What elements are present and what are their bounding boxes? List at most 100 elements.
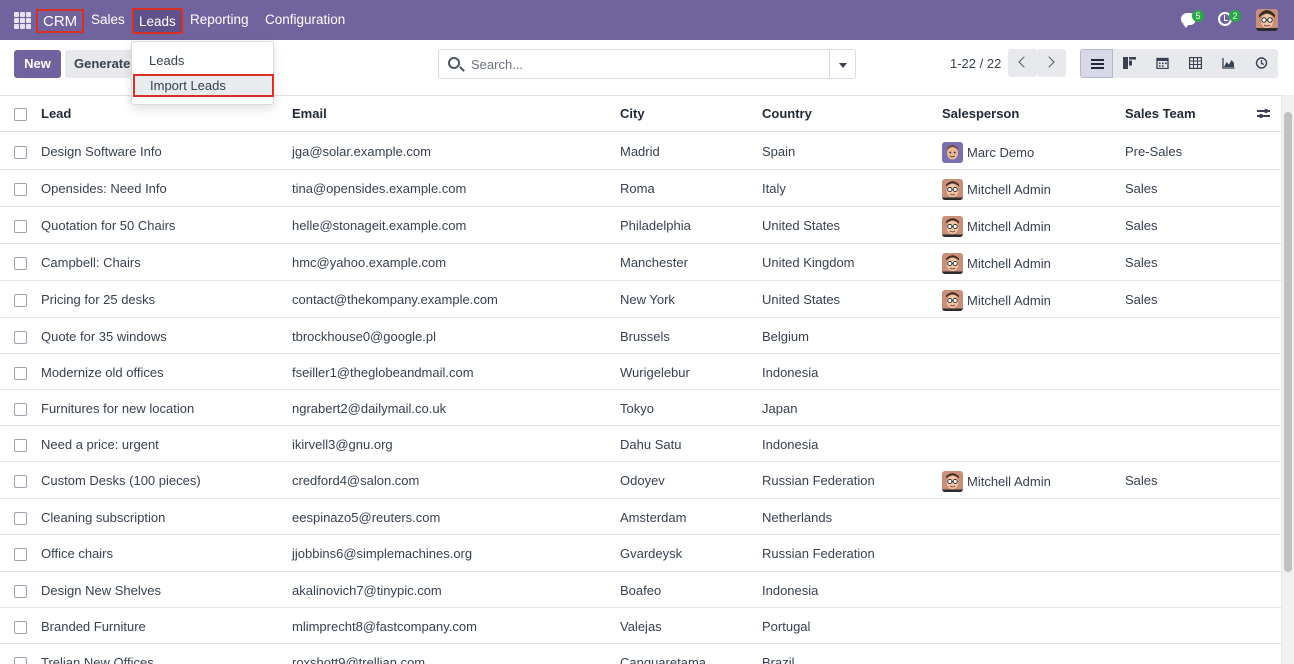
scrollbar-thumb[interactable] [1284, 112, 1292, 572]
row-checkbox[interactable] [14, 439, 27, 452]
lead-name-cell: Need a price: urgent [41, 437, 159, 452]
city-cell: Dahu Satu [620, 437, 682, 452]
apps-grid-icon[interactable] [14, 12, 31, 29]
row-checkbox[interactable] [14, 621, 27, 634]
sales-team-cell: Sales [1125, 218, 1158, 233]
country-cell: United States [762, 218, 841, 233]
country-cell: Indonesia [762, 583, 819, 598]
email-cell: jga@solar.example.com [292, 144, 431, 159]
menu-reporting[interactable]: Reporting [190, 0, 249, 40]
menu-leads[interactable]: Leads [132, 8, 183, 34]
salesperson-name: Mitchell Admin [967, 293, 1051, 308]
lead-name-cell: Custom Desks (100 pieces) [41, 473, 201, 488]
column-header-sales-team[interactable]: Sales Team [1125, 106, 1196, 121]
country-cell: Italy [762, 181, 786, 196]
row-checkbox[interactable] [14, 403, 27, 416]
row-checkbox[interactable] [14, 657, 27, 664]
vertical-scrollbar[interactable] [1281, 95, 1294, 664]
activity-view-icon [1255, 57, 1268, 69]
row-checkbox[interactable] [14, 331, 27, 344]
table-row[interactable]: Need a price: urgent ikirvell3@gnu.org Dah… [0, 426, 1281, 462]
country-cell: Indonesia [762, 365, 819, 380]
dropdown-item-leads[interactable]: Leads [132, 50, 273, 72]
row-checkbox[interactable] [14, 183, 27, 196]
column-header-country[interactable]: Country [762, 106, 812, 121]
kanban-view-icon [1123, 57, 1136, 69]
row-checkbox[interactable] [14, 475, 27, 488]
search-input[interactable] [471, 50, 821, 78]
graph-view-icon [1222, 58, 1235, 69]
table-row[interactable]: Opensides: Need Info tina@opensides.examp… [0, 170, 1281, 207]
column-header-lead[interactable]: Lead [41, 106, 71, 121]
column-header-city[interactable]: City [620, 106, 645, 121]
table-row[interactable]: Modernize old offices fseiller1@theglobea… [0, 354, 1281, 390]
graph-view-button[interactable] [1212, 49, 1245, 78]
salesperson-avatar[interactable] [942, 290, 963, 311]
row-checkbox[interactable] [14, 257, 27, 270]
kanban-view-button[interactable] [1113, 49, 1146, 78]
table-row[interactable]: Quote for 35 windows tbrockhouse0@google.… [0, 318, 1281, 354]
row-checkbox[interactable] [14, 585, 27, 598]
table-row[interactable]: Branded Furniture mlimprecht8@fastcompany… [0, 608, 1281, 644]
calendar-view-icon [1156, 57, 1169, 69]
table-row[interactable]: Furnitures for new location ngrabert2@dai… [0, 390, 1281, 426]
salesperson-name: Mitchell Admin [967, 474, 1051, 489]
table-row[interactable]: Campbell: Chairs hmc@yahoo.example.com Man… [0, 244, 1281, 281]
search-bar [438, 49, 830, 79]
table-row[interactable]: Pricing for 25 desks contact@thekompany.e… [0, 281, 1281, 318]
activity-view-button[interactable] [1245, 49, 1278, 78]
dropdown-item-import-leads[interactable]: Import Leads [133, 74, 274, 97]
calendar-view-button[interactable] [1146, 49, 1179, 78]
country-cell: United States [762, 292, 841, 307]
optional-columns-toggle-icon[interactable] [1257, 108, 1270, 119]
user-avatar[interactable] [1256, 9, 1278, 31]
pager-previous-button[interactable] [1008, 49, 1037, 77]
salesperson-avatar[interactable] [942, 216, 963, 237]
pager-next-button[interactable] [1037, 49, 1066, 77]
sales-team-cell: Sales [1125, 292, 1158, 307]
select-all-checkbox[interactable] [14, 108, 27, 121]
city-cell: Roma [620, 181, 655, 196]
row-checkbox[interactable] [14, 548, 27, 561]
lead-name-cell: Office chairs [41, 546, 114, 561]
row-checkbox[interactable] [14, 220, 27, 233]
list-view-button[interactable] [1080, 49, 1113, 78]
row-checkbox[interactable] [14, 294, 27, 307]
salesperson-name: Mitchell Admin [967, 256, 1051, 271]
salesperson-name: Marc Demo [967, 145, 1035, 160]
row-checkbox[interactable] [14, 146, 27, 159]
salesperson-avatar[interactable] [942, 142, 963, 163]
row-checkbox[interactable] [14, 512, 27, 525]
lead-name-cell: Branded Furniture [41, 619, 146, 634]
menu-sales[interactable]: Sales [91, 0, 125, 40]
generate-leads-button[interactable]: Generate Leads [65, 50, 137, 78]
table-row[interactable]: Quotation for 50 Chairs helle@stonageit.e… [0, 207, 1281, 244]
new-button[interactable]: New [14, 50, 61, 78]
table-row[interactable]: Custom Desks (100 pieces) credford4@salon… [0, 462, 1281, 499]
pivot-view-button[interactable] [1179, 49, 1212, 78]
pager-value[interactable]: 1-22 / 22 [950, 56, 1001, 71]
country-cell: Spain [762, 144, 796, 159]
table-row[interactable]: Design New Shelves akalinovich7@tinypic.c… [0, 572, 1281, 608]
column-header-salesperson[interactable]: Salesperson [942, 106, 1019, 121]
app-brand-crm[interactable]: CRM [36, 9, 85, 33]
country-cell: Portugal [762, 619, 811, 634]
country-cell: Russian Federation [762, 473, 875, 488]
city-cell: Manchester [620, 255, 688, 270]
table-row[interactable]: Trelian New Offices roxshott9@trellian.co… [0, 644, 1281, 664]
table-row[interactable]: Cleaning subscription eespinazo5@reuters.… [0, 499, 1281, 535]
row-checkbox[interactable] [14, 367, 27, 380]
sales-team-cell: Pre-Sales [1125, 144, 1183, 159]
table-row[interactable]: Design Software Info jga@solar.example.co… [0, 133, 1281, 170]
column-header-email[interactable]: Email [292, 106, 327, 121]
salesperson-avatar[interactable] [942, 253, 963, 274]
menu-configuration[interactable]: Configuration [265, 0, 345, 40]
lead-name-cell: Cleaning subscription [41, 510, 166, 525]
country-cell: Japan [762, 401, 798, 416]
salesperson-avatar[interactable] [942, 471, 963, 492]
search-options-toggle[interactable] [829, 49, 856, 79]
salesperson-avatar[interactable] [942, 179, 963, 200]
table-row[interactable]: Office chairs jjobbins6@simplemachines.or… [0, 535, 1281, 572]
city-cell: Tokyo [620, 401, 654, 416]
city-cell: Amsterdam [620, 510, 687, 525]
